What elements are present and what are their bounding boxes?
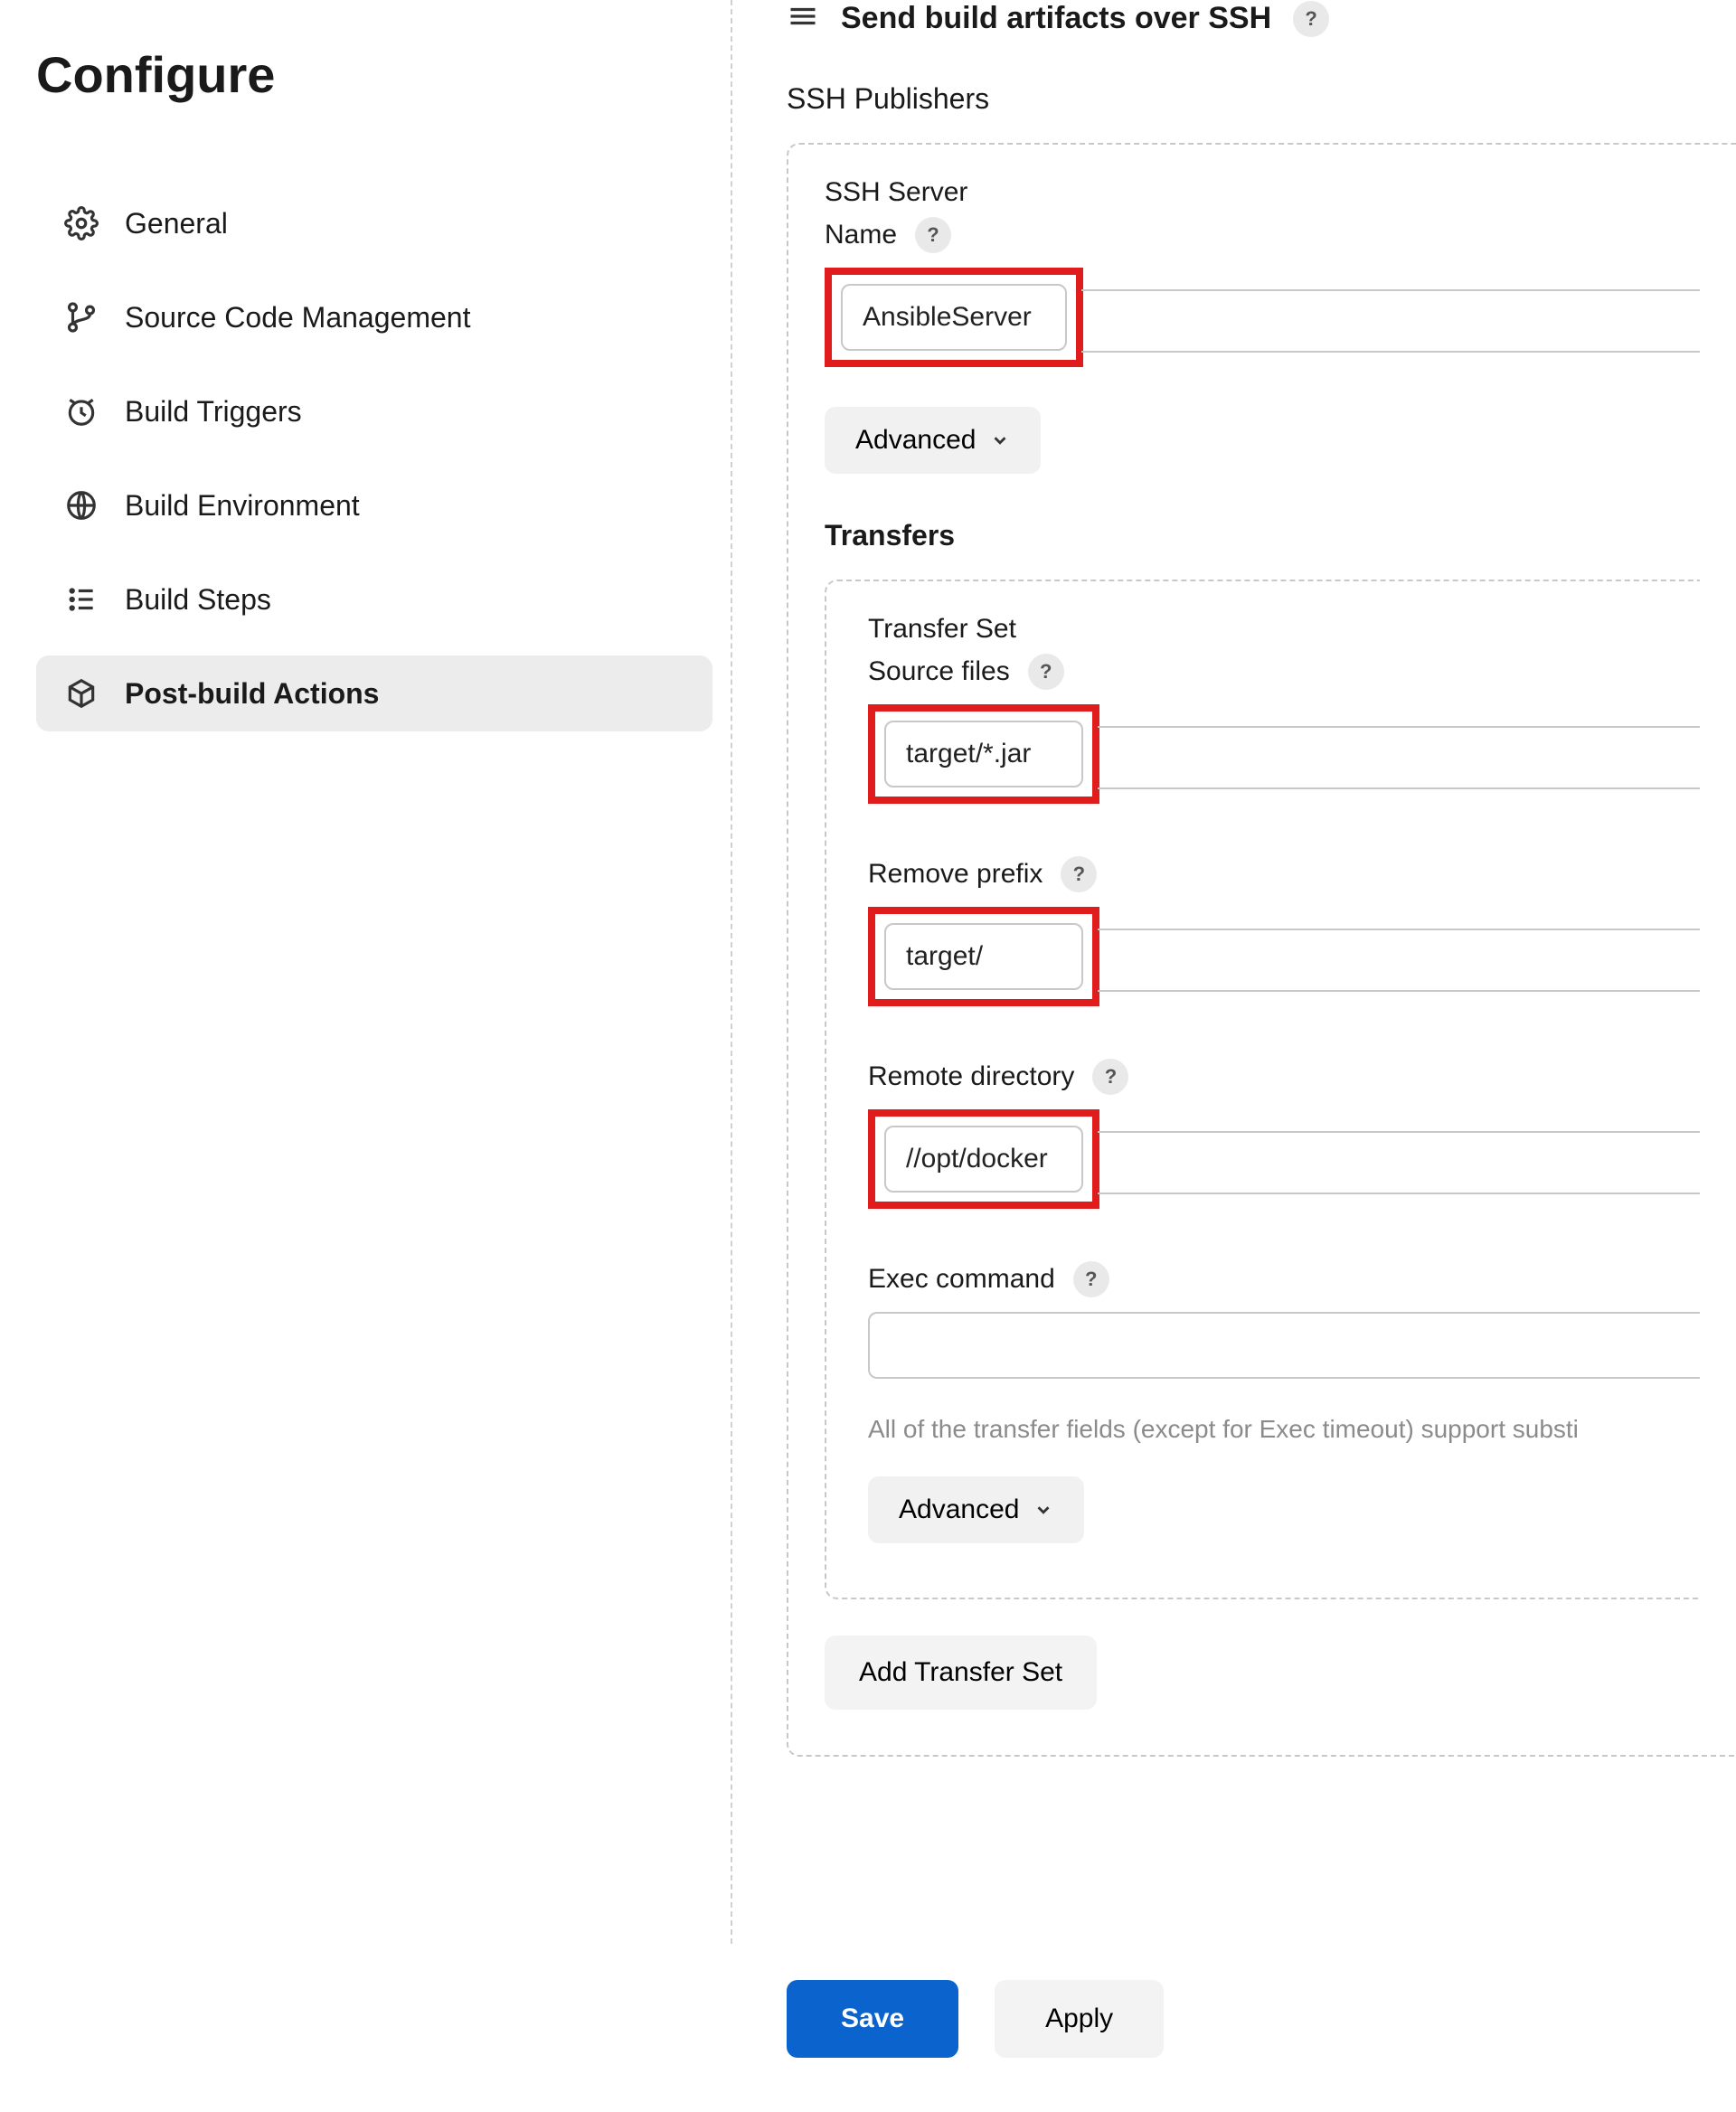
package-icon — [63, 675, 99, 712]
save-label: Save — [841, 2004, 904, 2033]
help-icon[interactable]: ? — [1073, 1261, 1109, 1297]
save-button[interactable]: Save — [787, 1980, 958, 2058]
remove-prefix-input[interactable] — [884, 923, 1083, 990]
sidebar-item-triggers[interactable]: Build Triggers — [36, 373, 712, 449]
help-icon[interactable]: ? — [915, 217, 951, 253]
remove-prefix-label-row: Remove prefix ? — [868, 856, 1700, 892]
add-transfer-set-label: Add Transfer Set — [859, 1657, 1062, 1688]
ssh-publisher-box: SSH Server Name ? Advanced Transfers Tra… — [787, 143, 1736, 1757]
clock-icon — [63, 393, 99, 429]
help-icon[interactable]: ? — [1028, 654, 1064, 690]
nav-list: General Source Code Management Build Tri… — [36, 185, 712, 731]
section-title: Send build artifacts over SSH — [841, 1, 1271, 36]
transfers-heading: Transfers — [825, 519, 1700, 552]
advanced-label: Advanced — [899, 1494, 1019, 1525]
sidebar: Configure General Source Code Management… — [0, 0, 732, 1944]
exec-command-input[interactable] — [868, 1312, 1700, 1379]
highlight-box — [868, 704, 1099, 804]
sidebar-item-label: Build Triggers — [125, 395, 302, 429]
sidebar-item-label: Source Code Management — [125, 301, 470, 335]
help-icon[interactable]: ? — [1092, 1059, 1128, 1095]
remote-dir-label-row: Remote directory ? — [868, 1059, 1700, 1095]
advanced-button[interactable]: Advanced — [825, 407, 1041, 474]
branch-icon — [63, 299, 99, 335]
advanced-label: Advanced — [855, 425, 976, 456]
main-panel: Send build artifacts over SSH ? SSH Publ… — [732, 0, 1736, 1944]
footer-action-bar: Save Apply — [0, 1944, 1736, 2112]
sidebar-item-label: Build Steps — [125, 583, 271, 617]
exec-command-label: Exec command — [868, 1264, 1055, 1295]
exec-command-label-row: Exec command ? — [868, 1261, 1700, 1297]
input-extension — [1098, 726, 1700, 789]
highlight-box — [825, 268, 1083, 367]
sidebar-item-scm[interactable]: Source Code Management — [36, 279, 712, 355]
source-files-input[interactable] — [884, 721, 1083, 787]
sidebar-item-environment[interactable]: Build Environment — [36, 467, 712, 543]
sidebar-item-label: Build Environment — [125, 489, 360, 523]
transfer-set-box: Transfer Set Source files ? Remove prefi… — [825, 580, 1700, 1599]
name-label-row: Name ? — [825, 217, 1700, 253]
add-transfer-set-button[interactable]: Add Transfer Set — [825, 1636, 1097, 1710]
apply-button[interactable]: Apply — [995, 1980, 1164, 2058]
sidebar-item-build-steps[interactable]: Build Steps — [36, 561, 712, 637]
chevron-down-icon — [1033, 1500, 1053, 1520]
highlight-box — [868, 1109, 1099, 1209]
remote-dir-label: Remote directory — [868, 1061, 1074, 1092]
page-title: Configure — [36, 45, 712, 104]
ssh-server-name-input[interactable] — [841, 284, 1067, 351]
sidebar-item-label: Post-build Actions — [125, 677, 379, 711]
highlight-box — [868, 907, 1099, 1006]
steps-icon — [63, 581, 99, 618]
advanced-button-inner[interactable]: Advanced — [868, 1476, 1084, 1543]
sidebar-item-post-build[interactable]: Post-build Actions — [36, 655, 712, 731]
input-extension — [1081, 289, 1700, 353]
source-files-label: Source files — [868, 656, 1010, 687]
sidebar-item-label: General — [125, 207, 228, 240]
source-files-label-row: Source files ? — [868, 654, 1700, 690]
input-extension — [1098, 1131, 1700, 1194]
drag-handle-icon[interactable] — [787, 0, 819, 37]
transfer-hint: All of the transfer fields (except for E… — [868, 1415, 1700, 1444]
publishers-label: SSH Publishers — [787, 82, 1736, 116]
chevron-down-icon — [990, 430, 1010, 450]
apply-label: Apply — [1045, 2004, 1113, 2033]
input-extension — [1098, 929, 1700, 992]
sidebar-item-general[interactable]: General — [36, 185, 712, 261]
globe-icon — [63, 487, 99, 523]
ssh-server-heading: SSH Server — [825, 177, 1700, 208]
help-icon[interactable]: ? — [1061, 856, 1097, 892]
section-header: Send build artifacts over SSH ? — [787, 0, 1736, 37]
gear-icon — [63, 205, 99, 241]
remove-prefix-label: Remove prefix — [868, 859, 1043, 890]
name-label: Name — [825, 220, 897, 250]
remote-directory-input[interactable] — [884, 1126, 1083, 1193]
help-icon[interactable]: ? — [1293, 1, 1329, 37]
transfer-set-heading: Transfer Set — [868, 614, 1700, 645]
